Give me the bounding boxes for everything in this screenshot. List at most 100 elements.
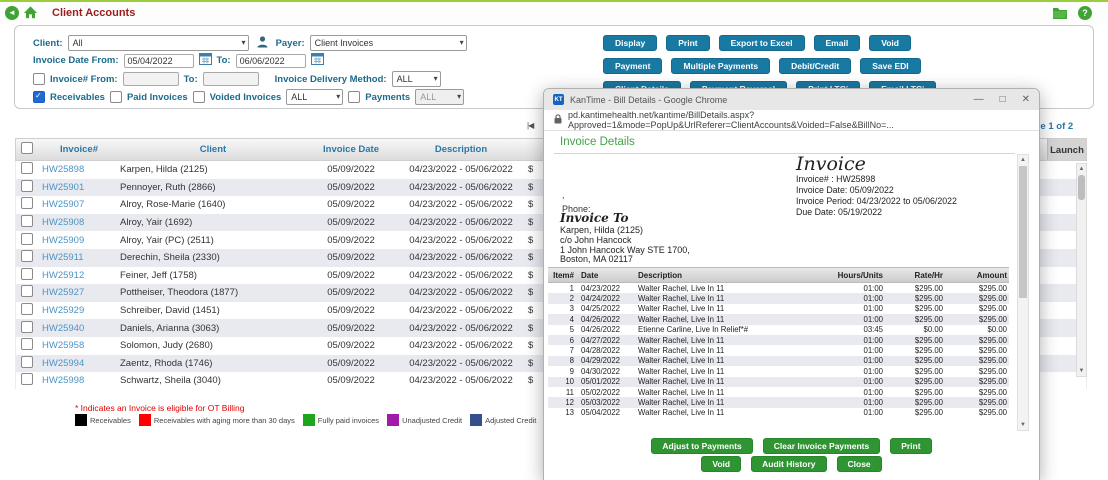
invoice-number-checkbox[interactable] bbox=[33, 73, 45, 85]
invoice-link[interactable]: HW25958 bbox=[42, 340, 84, 351]
row-checkbox[interactable] bbox=[21, 268, 33, 280]
invoice-link[interactable]: HW25929 bbox=[42, 305, 84, 316]
item-date: 04/30/2022 bbox=[574, 367, 634, 376]
item-hours: 01:00 bbox=[817, 284, 883, 293]
row-checkbox[interactable] bbox=[21, 162, 33, 174]
item-rate: $295.00 bbox=[883, 304, 943, 313]
minimize-icon[interactable]: — bbox=[974, 95, 984, 105]
invoice-link[interactable]: HW25940 bbox=[42, 323, 84, 334]
delivery-method-select[interactable]: ALL bbox=[392, 71, 441, 87]
row-checkbox[interactable] bbox=[21, 321, 33, 333]
void-button[interactable]: Void bbox=[869, 35, 911, 51]
row-checkbox[interactable] bbox=[21, 250, 33, 262]
row-checkbox[interactable] bbox=[21, 215, 33, 227]
item-number: 6 bbox=[548, 336, 574, 345]
adjust-to-payments-button[interactable]: Adjust to Payments bbox=[651, 438, 752, 454]
clear-invoice-payments-button[interactable]: Clear Invoice Payments bbox=[763, 438, 880, 454]
payments-select[interactable]: ALL bbox=[415, 89, 464, 105]
invoice-link[interactable]: HW25908 bbox=[42, 217, 84, 228]
row-checkbox[interactable] bbox=[21, 180, 33, 192]
invoice-number-from-input[interactable] bbox=[123, 72, 179, 86]
service-period: 04/23/2022 - 05/06/2022 bbox=[396, 252, 526, 263]
invoice-number-to-input[interactable] bbox=[203, 72, 259, 86]
select-all-checkbox[interactable] bbox=[21, 142, 33, 154]
invoice-link[interactable]: HW25898 bbox=[42, 164, 84, 175]
scroll-up-icon[interactable]: ▲ bbox=[1077, 164, 1086, 174]
popup-scroll-thumb[interactable] bbox=[1019, 166, 1027, 298]
column-invoice-date[interactable]: Invoice Date bbox=[306, 144, 396, 155]
close-icon[interactable]: ✕ bbox=[1022, 95, 1030, 105]
back-icon[interactable]: ◄ bbox=[5, 6, 19, 20]
invoice-link[interactable]: HW25912 bbox=[42, 270, 84, 281]
popup-scroll-up-icon[interactable]: ▲ bbox=[1018, 155, 1028, 165]
display-button[interactable]: Display bbox=[603, 35, 657, 51]
export-to-excel-button[interactable]: Export to Excel bbox=[719, 35, 805, 51]
invoice-date-to-input[interactable]: 06/06/2022 bbox=[236, 54, 306, 68]
help-icon[interactable]: ? bbox=[1078, 6, 1092, 20]
popup-address-bar[interactable]: pd.kantimehealth.net/kantime/BillDetails… bbox=[544, 110, 1039, 131]
save-edi-button[interactable]: Save EDI bbox=[860, 58, 920, 74]
popup-titlebar[interactable]: KT KanTime - Bill Details - Google Chrom… bbox=[544, 89, 1039, 110]
calendar-icon[interactable] bbox=[311, 53, 324, 68]
invoice-link[interactable]: HW25901 bbox=[42, 182, 84, 193]
invoice-link[interactable]: HW25909 bbox=[42, 235, 84, 246]
print-button[interactable]: Print bbox=[890, 438, 931, 454]
column-invoice[interactable]: Invoice# bbox=[42, 144, 116, 155]
payment-button[interactable]: Payment bbox=[603, 58, 662, 74]
invoice-date-from-input[interactable]: 05/04/2022 bbox=[124, 54, 194, 68]
item-number: 9 bbox=[548, 367, 574, 376]
app-header: ◄ Client Accounts ? bbox=[0, 0, 1108, 24]
invoice-items-table: Item# Date Description Hours/Units Rate/… bbox=[548, 267, 1009, 418]
item-date: 04/24/2022 bbox=[574, 294, 634, 303]
pagination-first-icon[interactable]: |◀ bbox=[527, 121, 533, 130]
item-hours: 01:00 bbox=[817, 408, 883, 417]
audit-history-button[interactable]: Audit History bbox=[751, 456, 826, 472]
folder-icon[interactable] bbox=[1052, 6, 1068, 22]
multiple-payments-button[interactable]: Multiple Payments bbox=[671, 58, 770, 74]
page-title: Client Accounts bbox=[52, 7, 135, 19]
debit-credit-button[interactable]: Debit/Credit bbox=[779, 58, 851, 74]
close-button[interactable]: Close bbox=[837, 456, 882, 472]
invoice-date: 05/09/2022 bbox=[306, 164, 396, 175]
row-checkbox[interactable] bbox=[21, 233, 33, 245]
paid-invoices-checkbox[interactable] bbox=[110, 91, 122, 103]
item-hours: 01:00 bbox=[817, 315, 883, 324]
void-button[interactable]: Void bbox=[701, 456, 741, 472]
scroll-thumb[interactable] bbox=[1078, 175, 1085, 200]
person-icon[interactable] bbox=[257, 36, 268, 51]
calendar-icon[interactable] bbox=[199, 53, 212, 68]
row-checkbox[interactable] bbox=[21, 356, 33, 368]
item-amount: $295.00 bbox=[943, 408, 1009, 417]
popup-url[interactable]: pd.kantimehealth.net/kantime/BillDetails… bbox=[568, 110, 1029, 130]
items-column-rate: Rate/Hr bbox=[883, 271, 943, 280]
payments-checkbox[interactable] bbox=[348, 91, 360, 103]
invoice-link[interactable]: HW25927 bbox=[42, 287, 84, 298]
payer-select[interactable]: Client Invoices bbox=[310, 35, 467, 51]
invoice-link[interactable]: HW25907 bbox=[42, 199, 84, 210]
print-button[interactable]: Print bbox=[666, 35, 709, 51]
client-select[interactable]: All bbox=[68, 35, 249, 51]
row-checkbox[interactable] bbox=[21, 338, 33, 350]
home-icon[interactable] bbox=[23, 5, 38, 23]
item-hours: 01:00 bbox=[817, 388, 883, 397]
voided-invoices-checkbox[interactable] bbox=[193, 91, 205, 103]
scroll-down-icon[interactable]: ▼ bbox=[1077, 366, 1086, 376]
row-checkbox[interactable] bbox=[21, 303, 33, 315]
email-button[interactable]: Email bbox=[814, 35, 861, 51]
column-description[interactable]: Description bbox=[396, 144, 526, 155]
row-checkbox[interactable] bbox=[21, 197, 33, 209]
column-client[interactable]: Client bbox=[116, 144, 306, 155]
receivables-checkbox[interactable] bbox=[33, 91, 45, 103]
invoice-date: 05/09/2022 bbox=[306, 182, 396, 193]
service-period: 04/23/2022 - 05/06/2022 bbox=[396, 270, 526, 281]
voided-invoices-select[interactable]: ALL bbox=[286, 89, 343, 105]
popup-scroll-down-icon[interactable]: ▼ bbox=[1018, 420, 1028, 430]
table-scrollbar[interactable]: ▲ ▼ bbox=[1076, 163, 1087, 377]
invoice-link[interactable]: HW25911 bbox=[42, 252, 84, 263]
row-checkbox[interactable] bbox=[21, 373, 33, 385]
invoice-link[interactable]: HW25994 bbox=[42, 358, 84, 369]
maximize-icon[interactable]: □ bbox=[1000, 95, 1006, 105]
invoice-link[interactable]: HW25998 bbox=[42, 375, 84, 386]
row-checkbox[interactable] bbox=[21, 285, 33, 297]
popup-scrollbar[interactable]: ▲ ▼ bbox=[1017, 154, 1029, 431]
